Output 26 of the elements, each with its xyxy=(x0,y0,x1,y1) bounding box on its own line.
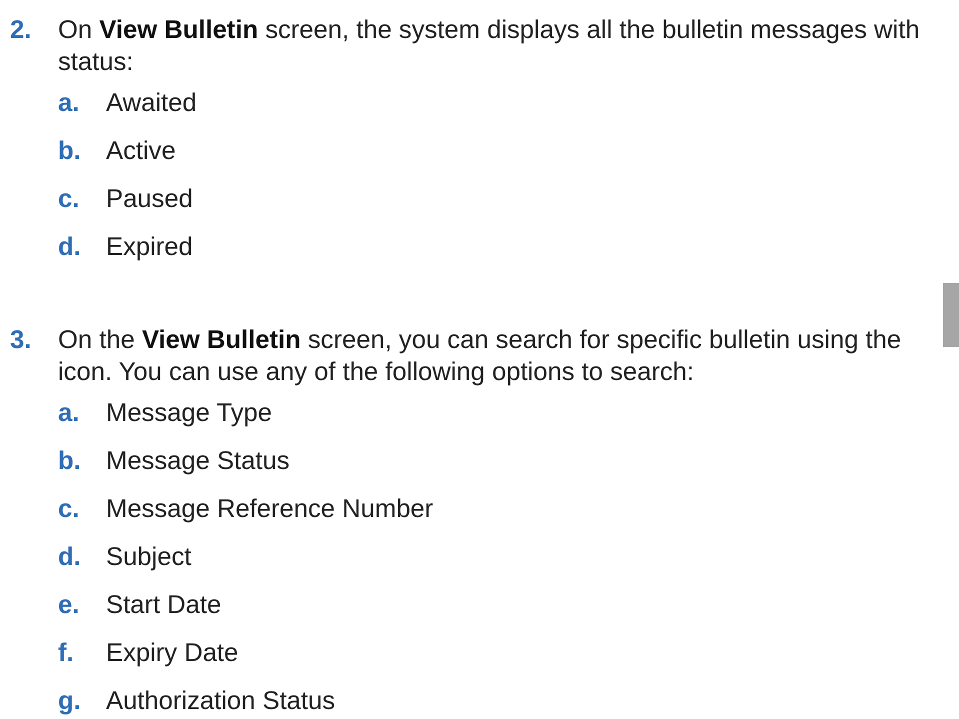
item-text: Message Status xyxy=(106,446,290,477)
item-letter: f. xyxy=(58,639,74,667)
item-letter: a. xyxy=(58,399,80,427)
item-text: Message Type xyxy=(106,398,272,429)
step-number: 2. xyxy=(10,16,32,44)
item-letter: a. xyxy=(58,89,80,117)
item-letter: c. xyxy=(58,185,80,213)
item-letter: c. xyxy=(58,495,80,523)
item-text: Expiry Date xyxy=(106,638,238,669)
item-letter: g. xyxy=(58,687,81,715)
step-text: On the View Bulletin screen, you can search for specific bulletin using the icon. You can use any of the following options to search: xyxy=(58,326,902,386)
item-text: Authorization Status xyxy=(106,686,336,717)
item-text: Start Date xyxy=(106,590,222,621)
item-letter: d. xyxy=(58,543,81,571)
step-text: On View Bulletin screen, the system displays all the bulletin messages with status: xyxy=(58,16,920,76)
item-letter: b. xyxy=(58,137,81,165)
item-text: Paused xyxy=(106,184,193,215)
item-letter: b. xyxy=(58,447,81,475)
item-text: Subject xyxy=(106,542,192,573)
item-letter: d. xyxy=(58,233,81,261)
item-text: Active xyxy=(106,136,176,167)
step-number: 3. xyxy=(10,326,32,354)
item-text: Message Reference Number xyxy=(106,494,434,525)
item-text: Awaited xyxy=(106,88,197,119)
item-text: Expired xyxy=(106,232,193,263)
item-letter: e. xyxy=(58,591,80,619)
